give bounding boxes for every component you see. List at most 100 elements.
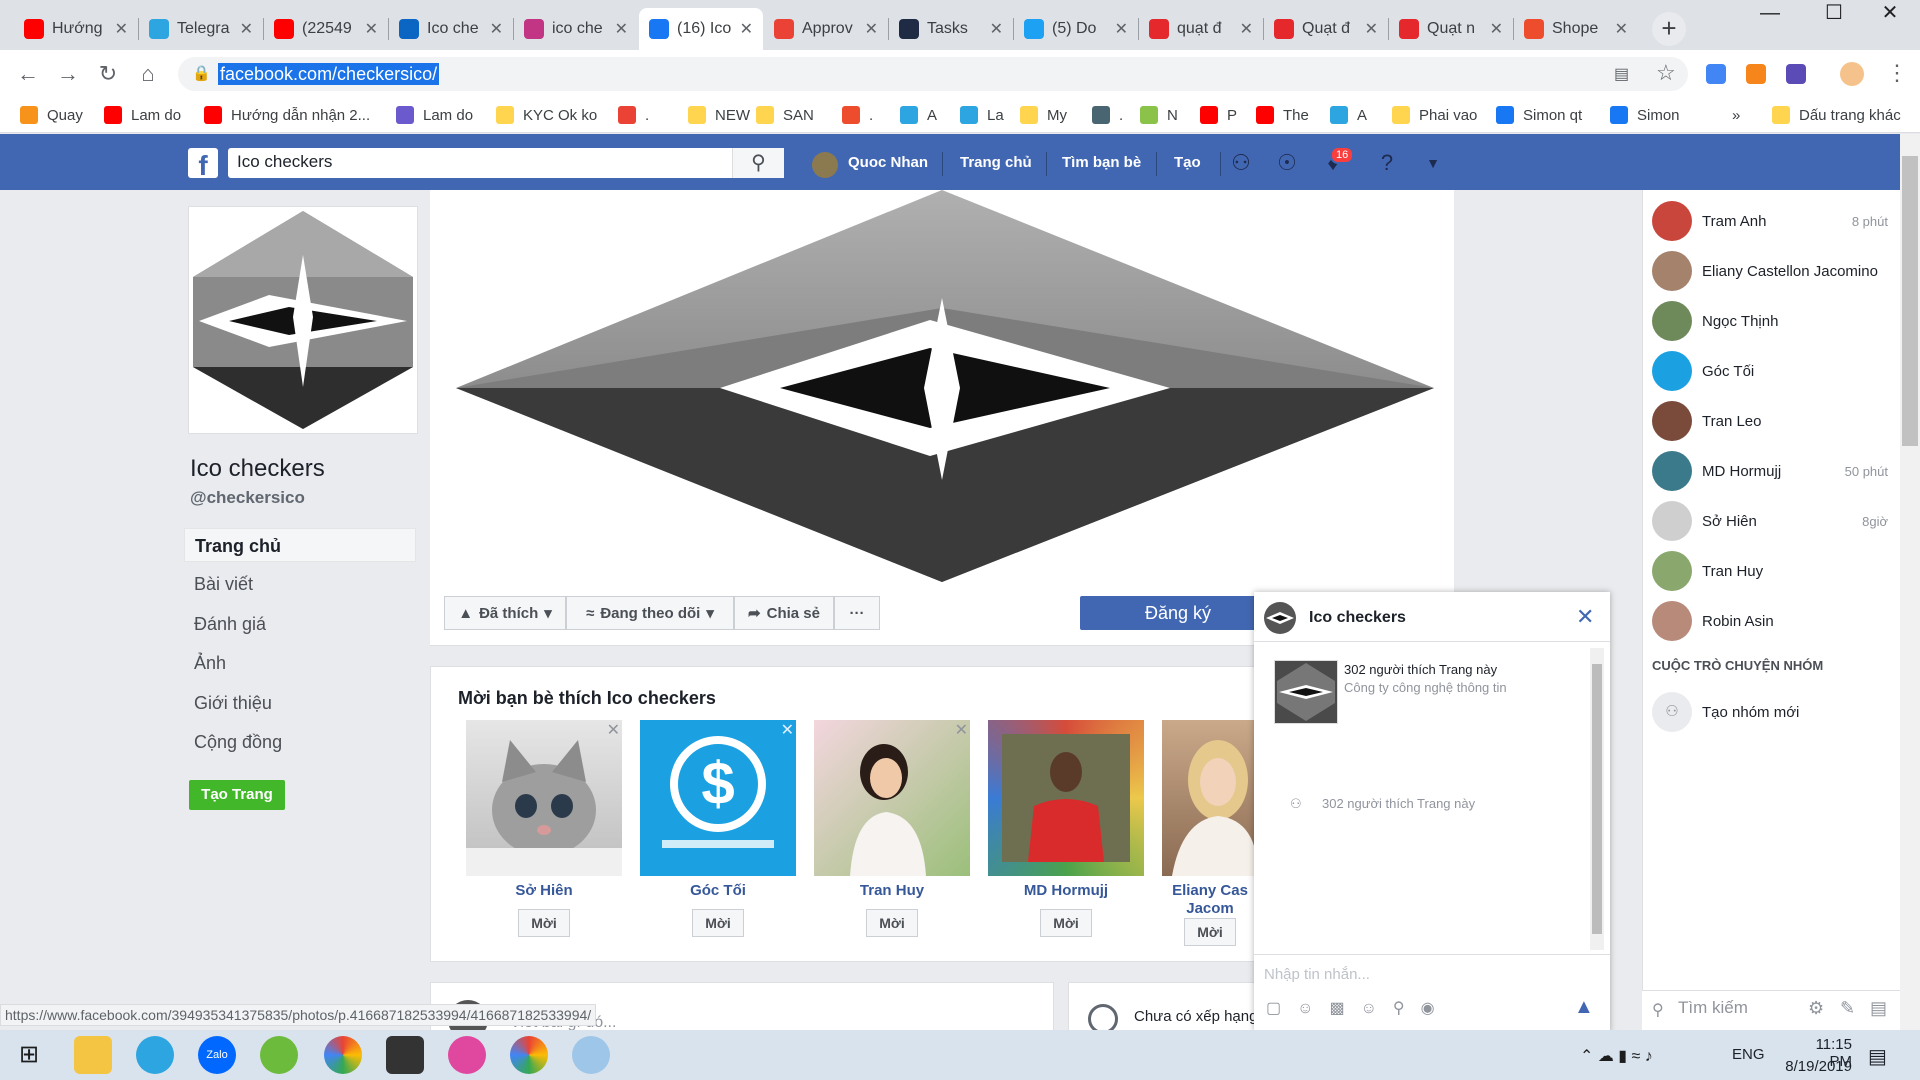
account-menu-icon[interactable]: ▼ (1420, 150, 1446, 176)
close-tab-icon[interactable]: ✕ (490, 19, 503, 39)
back-arrow-icon[interactable]: ← (12, 58, 44, 90)
bookmarks-overflow-button[interactable]: » (1732, 104, 1740, 126)
nav-find-friends[interactable]: Tìm bạn bè (1062, 154, 1141, 171)
bookmark-item[interactable]: La (960, 104, 1004, 126)
chrome-profile-icon[interactable] (510, 1036, 548, 1074)
invite-button[interactable]: Mời (518, 909, 570, 937)
other-bookmarks[interactable]: Dấu trang khác (1772, 104, 1901, 126)
chat-friend-item[interactable]: Tran Leo (1652, 399, 1888, 443)
compose-icon[interactable]: ✎ (1840, 998, 1855, 1019)
thumbs-up-icon[interactable]: ▲ (1574, 996, 1594, 1019)
page-nav-about[interactable]: Giới thiệu (184, 686, 416, 720)
friend-name[interactable]: Sở Hiên (466, 882, 622, 899)
bookmark-item[interactable]: Simon (1610, 104, 1680, 126)
bookmark-item[interactable]: Hướng dẫn nhận 2... (204, 104, 370, 126)
app-icon[interactable] (386, 1036, 424, 1074)
browser-tab[interactable]: (5) Do ✕ (1014, 8, 1138, 50)
file-explorer-icon[interactable] (74, 1036, 112, 1074)
bookmark-item[interactable]: Lam do (104, 104, 181, 126)
close-icon[interactable]: ✕ (1576, 604, 1594, 630)
paint-icon[interactable] (572, 1036, 610, 1074)
user-avatar[interactable] (812, 152, 838, 178)
invite-button[interactable]: Mời (692, 909, 744, 937)
invite-button[interactable]: Mời (1040, 909, 1092, 937)
bookmark-item[interactable]: . (1092, 104, 1123, 126)
nav-create[interactable]: Tạo (1174, 154, 1201, 171)
invite-button[interactable]: Mời (1184, 918, 1236, 946)
following-button[interactable]: ≈ Đang theo dõi ▾ (566, 596, 734, 630)
page-scrollbar-thumb[interactable] (1902, 156, 1918, 446)
lock-icon[interactable]: 🔒 (192, 64, 211, 82)
chat-friend-item[interactable]: Tram Anh 8 phút (1652, 199, 1888, 243)
home-icon[interactable]: ⌂ (132, 58, 164, 90)
page-nav-home[interactable]: Trang chủ (184, 528, 416, 562)
browser-tab[interactable]: (22549 ✕ (264, 8, 388, 50)
chat-friend-item[interactable]: Eliany Castellon Jacomino (1652, 249, 1888, 293)
bookmark-item[interactable]: The (1256, 104, 1309, 126)
page-profile-picture[interactable] (188, 206, 418, 434)
page-nav-reviews[interactable]: Đánh giá (184, 607, 416, 641)
bookmark-item[interactable]: KYC Ok ko (496, 104, 597, 126)
bookmark-item[interactable]: Lam do (396, 104, 473, 126)
register-button[interactable]: Đăng ký (1080, 596, 1276, 630)
telegram-icon[interactable] (136, 1036, 174, 1074)
tray-icons[interactable]: ⌃ ☁ ▮ ≈ ♪ (1580, 1046, 1653, 1066)
friend-photo[interactable] (1162, 720, 1258, 876)
page-nav-posts[interactable]: Bài viết (184, 567, 416, 601)
cover-photo[interactable] (430, 190, 1454, 582)
browser-tab[interactable]: Tasks ✕ (889, 8, 1013, 50)
chrome-icon[interactable] (324, 1036, 362, 1074)
friend-photo[interactable]: $ ✕ (640, 720, 796, 876)
facebook-logo-icon[interactable]: f (188, 148, 218, 181)
dismiss-icon[interactable]: ✕ (955, 720, 968, 740)
chat-friend-item[interactable]: Sở Hiên 8giờ (1652, 499, 1888, 543)
extension-icon[interactable] (1786, 64, 1806, 84)
friend-name[interactable]: MD Hormujj (988, 882, 1144, 899)
friend-photo[interactable]: ✕ (814, 720, 970, 876)
close-tab-icon[interactable]: ✕ (990, 19, 1003, 39)
chat-scrollbar-thumb[interactable] (1592, 664, 1602, 934)
bookmark-item[interactable]: Simon qt (1496, 104, 1582, 126)
share-button[interactable]: ➦ Chia sẻ (734, 596, 834, 630)
chat-toolbar-icons[interactable]: ▢☺▩☺⚲◉ (1266, 998, 1451, 1018)
url-text[interactable]: facebook.com/checkersico/ (218, 63, 440, 85)
bookmark-item[interactable]: A (1330, 104, 1367, 126)
bookmark-item[interactable]: My (1020, 104, 1067, 126)
friend-name[interactable]: Tran Huy (814, 882, 970, 899)
browser-tab[interactable]: quạt đ ✕ (1139, 8, 1263, 50)
chat-friend-item[interactable]: MD Hormujj 50 phút (1652, 449, 1888, 493)
fb-search-value[interactable]: Ico checkers (237, 152, 332, 172)
google-translate-ext-icon[interactable] (1706, 64, 1726, 84)
metamask-ext-icon[interactable] (1746, 64, 1766, 84)
close-tab-icon[interactable]: ✕ (865, 19, 878, 39)
gear-icon[interactable]: ⚙ (1808, 998, 1824, 1019)
friend-photo[interactable]: ✕ (466, 720, 622, 876)
music-icon[interactable] (448, 1036, 486, 1074)
friend-name[interactable]: Eliany Cas (1162, 882, 1258, 900)
browser-tab[interactable]: (16) Ico ✕ (639, 8, 763, 50)
new-tab-button[interactable]: + (1652, 12, 1686, 46)
bookmark-item[interactable]: N (1140, 104, 1178, 126)
chat-header[interactable] (1254, 592, 1610, 642)
more-options-button[interactable]: ··· (834, 596, 880, 630)
close-tab-icon[interactable]: ✕ (1490, 19, 1503, 39)
zalo-icon[interactable]: Zalo (198, 1036, 236, 1074)
close-tab-icon[interactable]: ✕ (615, 19, 628, 39)
browser-tab[interactable]: Ico che ✕ (389, 8, 513, 50)
profile-avatar-icon[interactable] (1840, 62, 1864, 86)
help-icon[interactable]: ? (1374, 150, 1400, 176)
forward-arrow-icon[interactable]: → (52, 58, 84, 90)
dismiss-icon[interactable]: ✕ (607, 720, 620, 740)
coccoc-icon[interactable] (260, 1036, 298, 1074)
close-tab-icon[interactable]: ✕ (1240, 19, 1253, 39)
chat-friend-item[interactable]: Góc Tối (1652, 349, 1888, 393)
friend-photo[interactable] (988, 720, 1144, 876)
close-tab-icon[interactable]: ✕ (1615, 19, 1628, 39)
sidebar-search-input[interactable]: Tìm kiếm (1678, 998, 1748, 1018)
friend-name[interactable]: Góc Tối (640, 882, 796, 899)
dismiss-icon[interactable]: ✕ (781, 720, 794, 740)
bookmark-star-icon[interactable]: ☆ (1656, 60, 1676, 86)
close-tab-icon[interactable]: ✕ (240, 19, 253, 39)
search-icon[interactable]: ⚲ (732, 148, 784, 178)
menu-icon[interactable]: ⋮ (1886, 60, 1908, 86)
